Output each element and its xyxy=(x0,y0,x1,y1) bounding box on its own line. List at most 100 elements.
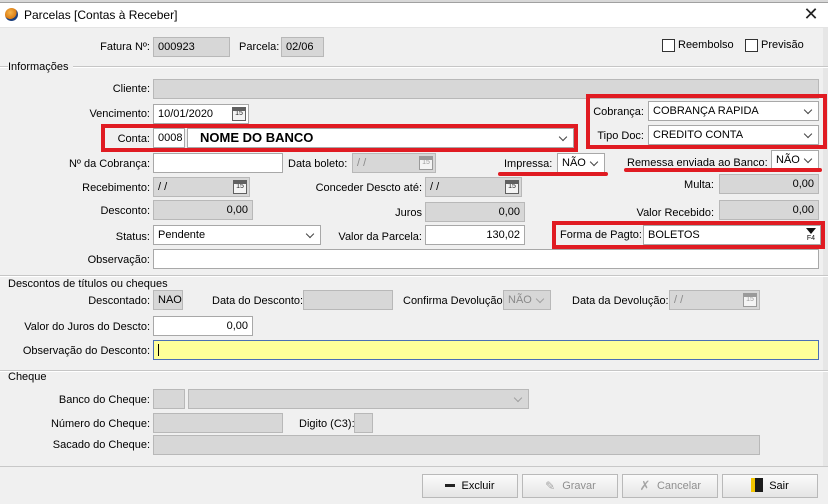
lookup-f4-icon[interactable]: F4 xyxy=(805,228,817,243)
data-desconto-field xyxy=(303,290,393,310)
valor-recebido-field: 0,00 xyxy=(719,200,819,220)
status-select[interactable]: Pendente xyxy=(153,225,321,245)
chevron-down-icon[interactable] xyxy=(803,129,813,141)
reembolso-checkbox[interactable] xyxy=(662,39,675,52)
vencimento-value: 10/01/2020 xyxy=(158,108,214,120)
calendar-icon[interactable]: 15 xyxy=(233,180,247,194)
confirma-devolucao-select: NÃO xyxy=(503,290,551,310)
exit-door-icon xyxy=(751,478,764,493)
section-divider xyxy=(0,370,828,372)
x-icon: ✗ xyxy=(639,478,651,494)
tipo-doc-value: CREDITO CONTA xyxy=(653,129,744,141)
calendar-icon[interactable]: 15 xyxy=(505,180,519,194)
confirma-devolucao-label: Confirma Devolução: xyxy=(403,295,506,307)
chevron-down-icon[interactable] xyxy=(803,154,813,166)
excluir-label: Excluir xyxy=(461,480,495,492)
sacado-cheque-field xyxy=(153,435,760,455)
cobranca-select[interactable]: COBRANÇA RAPIDA xyxy=(648,101,819,121)
data-boleto-field: / / 15 xyxy=(352,153,436,173)
reembolso-label: Reembolso xyxy=(678,39,734,51)
impressa-value: NÃO xyxy=(562,157,586,169)
valor-juros-desconto-label: Valor do Juros do Descto: xyxy=(24,321,150,333)
cliente-label: Cliente: xyxy=(112,83,150,95)
digito-label: Digito (C3): xyxy=(299,418,355,430)
banco-cheque-code-field xyxy=(153,389,185,409)
fatura-label: Fatura Nº: xyxy=(100,41,150,53)
vencimento-label: Vencimento: xyxy=(89,108,150,120)
observacao-field[interactable] xyxy=(153,249,819,269)
close-icon[interactable]: ✕ xyxy=(800,4,822,24)
status-value: Pendente xyxy=(158,229,206,241)
banco-cheque-select xyxy=(188,389,529,409)
pencil-icon: ✎ xyxy=(545,479,556,494)
gravar-button[interactable]: ✎ Gravar xyxy=(522,474,618,498)
sacado-cheque-label: Sacado do Cheque: xyxy=(52,439,150,451)
calendar-icon: 15 xyxy=(743,293,757,307)
remessa-select[interactable]: NÃO xyxy=(771,150,819,170)
juros-field: 0,00 xyxy=(425,202,525,222)
num-cobranca-label: Nº da Cobrança: xyxy=(68,158,150,170)
sair-button[interactable]: Sair xyxy=(722,474,818,498)
gravar-label: Gravar xyxy=(562,480,596,492)
data-boleto-label: Data boleto: xyxy=(288,158,348,170)
impressa-underline xyxy=(498,172,608,176)
conceder-label: Conceder Descto até: xyxy=(315,182,422,194)
section-divider xyxy=(0,275,828,277)
cobranca-value: COBRANÇA RAPIDA xyxy=(653,105,759,117)
desconto-field: 0,00 xyxy=(153,200,253,220)
numero-cheque-label: Número do Cheque: xyxy=(50,418,150,430)
valor-parcela-field[interactable]: 130,02 xyxy=(425,225,525,245)
descontado-label: Descontado: xyxy=(88,295,150,307)
cancelar-label: Cancelar xyxy=(656,480,702,492)
chevron-down-icon[interactable] xyxy=(589,157,599,169)
status-label: Status: xyxy=(115,231,150,243)
previsao-label: Previsão xyxy=(761,39,804,51)
conta-name-select[interactable]: NOME DO BANCO xyxy=(187,128,574,148)
numero-cheque-field xyxy=(153,413,283,433)
chevron-down-icon xyxy=(535,294,545,306)
conta-code-field[interactable]: 0008 xyxy=(153,128,185,148)
chevron-down-icon[interactable] xyxy=(558,132,568,144)
valor-recebido-label: Valor Recebido: xyxy=(636,207,714,219)
multa-field: 0,00 xyxy=(719,174,819,194)
cancelar-button[interactable]: ✗ Cancelar xyxy=(622,474,718,498)
calendar-icon: 15 xyxy=(419,156,433,170)
text-cursor xyxy=(158,344,159,357)
recebimento-field[interactable]: / / 15 xyxy=(153,177,250,197)
vencimento-field[interactable]: 10/01/2020 15 xyxy=(153,104,249,124)
forma-pagto-field[interactable]: BOLETOS F4 xyxy=(643,225,821,245)
calendar-icon[interactable]: 15 xyxy=(232,107,246,121)
informacoes-section-title: Informações xyxy=(8,61,73,73)
data-desconto-label: Data do Desconto: xyxy=(212,295,304,307)
previsao-checkbox[interactable] xyxy=(745,39,758,52)
chevron-down-icon[interactable] xyxy=(803,105,813,117)
cobranca-label: Cobrança: xyxy=(593,106,644,118)
tipo-doc-select[interactable]: CREDITO CONTA xyxy=(648,125,819,145)
impressa-select[interactable]: NÃO xyxy=(557,153,605,173)
app-logo-icon xyxy=(5,8,18,21)
excluir-button[interactable]: Excluir xyxy=(422,474,518,498)
parcela-label: Parcela: xyxy=(239,41,280,53)
sair-label: Sair xyxy=(769,480,789,492)
recebimento-value: / / xyxy=(158,181,168,193)
observacao-label: Observação: xyxy=(87,254,150,266)
tipo-doc-label: Tipo Doc: xyxy=(597,130,644,142)
obs-desconto-field[interactable] xyxy=(153,340,819,360)
banco-cheque-label: Banco do Cheque: xyxy=(58,394,150,406)
descontos-section-title: Descontos de títulos ou cheques xyxy=(8,278,168,290)
valor-juros-desconto-field[interactable]: 0,00 xyxy=(153,316,253,336)
num-cobranca-field[interactable] xyxy=(153,153,283,173)
cheque-section-title: Cheque xyxy=(8,371,47,383)
confirma-devolucao-value: NÃO xyxy=(508,294,532,306)
desconto-label: Desconto: xyxy=(100,205,150,217)
remessa-underline xyxy=(624,168,822,172)
conceder-value: / / xyxy=(430,181,440,193)
forma-pagto-value: BOLETOS xyxy=(648,229,700,241)
chevron-down-icon[interactable] xyxy=(305,229,315,241)
data-devolucao-value: / / xyxy=(674,294,684,306)
data-devolucao-label: Data da Devolução: xyxy=(572,295,669,307)
section-divider xyxy=(0,66,828,68)
conceder-field[interactable]: / / 15 xyxy=(425,177,522,197)
impressa-label: Impressa: xyxy=(504,158,553,170)
chevron-down-icon xyxy=(513,393,523,405)
